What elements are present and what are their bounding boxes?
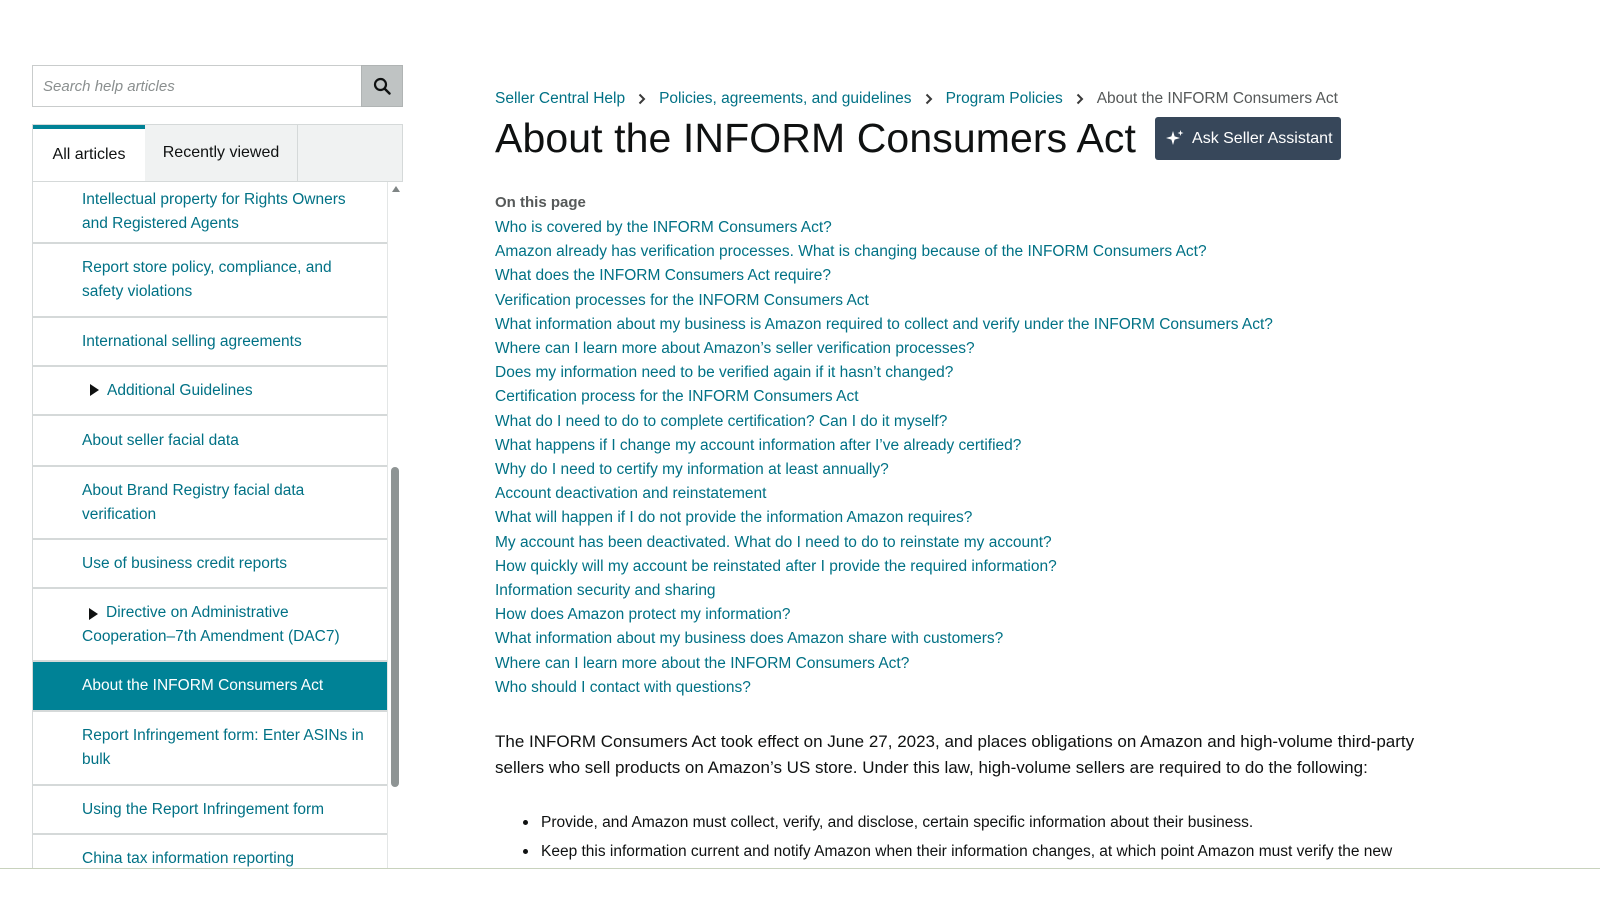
tab-all-articles[interactable]: All articles [33,125,145,181]
requirements-list: Provide, and Amazon must collect, verify… [495,808,1440,866]
search-button[interactable] [361,65,403,107]
chevron-right-icon [638,93,646,105]
breadcrumb: Seller Central Help Policies, agreements… [495,90,1338,108]
toc-link[interactable]: How quickly will my account be reinstate… [495,555,1273,579]
sidebar-item-intellectual-property[interactable]: Intellectual property for Rights Owners … [33,182,387,244]
sparkle-icon [1166,129,1184,145]
toc-link[interactable]: Who is covered by the INFORM Consumers A… [495,216,1273,240]
toc-link[interactable]: Where can I learn more about Amazon’s se… [495,337,1273,361]
sidebar-item-label: Directive on Administrative Cooperation–… [82,603,340,645]
triangle-right-icon [90,383,99,396]
sidebar-item-report-store-policy[interactable]: Report store policy, compliance, and saf… [33,244,387,318]
sidebar-item-seller-facial-data[interactable]: About seller facial data [33,416,387,467]
scrollbar-thumb[interactable] [391,467,399,787]
toc-link[interactable]: What does the INFORM Consumers Act requi… [495,264,1273,288]
sidebar-item-label: Report Infringement form: Enter ASINs in… [82,727,364,768]
sidebar-item-label: About the INFORM Consumers Act [82,677,324,694]
toc-link[interactable]: Account deactivation and reinstatement [495,482,1273,506]
sidebar-item-business-credit[interactable]: Use of business credit reports [33,540,387,589]
sidebar-item-additional-guidelines[interactable]: Additional Guidelines [33,367,387,416]
table-of-contents: Who is covered by the INFORM Consumers A… [495,216,1273,700]
sidebar-item-report-infringement-form[interactable]: Using the Report Infringement form [33,786,387,835]
toc-link[interactable]: Verification processes for the INFORM Co… [495,289,1273,313]
toc-link[interactable]: What information about my business does … [495,627,1273,651]
tab-recently-viewed[interactable]: Recently viewed [145,125,298,181]
toc-link[interactable]: Does my information need to be verified … [495,361,1273,385]
sidebar-item-label: Using the Report Infringement form [82,800,325,818]
scroll-up-icon[interactable] [392,186,400,192]
sidebar-item-international-selling[interactable]: International selling agreements [33,318,387,367]
sidebar-item-label: International selling agreements [82,332,302,350]
page-title: About the INFORM Consumers Act [495,115,1137,161]
sidebar-item-china-tax[interactable]: China tax information reporting [33,835,387,868]
sidebar-item-inform-consumers-act[interactable]: About the INFORM Consumers Act [33,662,387,712]
sidebar-item-label: Use of business credit reports [82,554,288,572]
sidebar-article-list: Intellectual property for Rights Owners … [32,182,387,868]
sidebar-item-dac7[interactable]: Directive on Administrative Cooperation–… [33,589,387,662]
search-bar [32,65,403,107]
breadcrumb-link-seller-central-help[interactable]: Seller Central Help [495,90,625,108]
list-item: Provide, and Amazon must collect, verify… [495,808,1440,837]
breadcrumb-link-policies[interactable]: Policies, agreements, and guidelines [659,90,911,108]
list-item: Keep this information current and notify… [495,837,1440,866]
sidebar-scrollbar[interactable] [387,182,403,868]
sidebar-item-label: Intellectual property for Rights Owners … [82,191,346,232]
chevron-right-icon [925,93,933,105]
search-input[interactable] [32,65,361,107]
intro-paragraph: The INFORM Consumers Act took effect on … [495,732,1415,777]
chevron-right-icon [1076,93,1084,105]
toc-link[interactable]: My account has been deactivated. What do… [495,531,1273,555]
toc-link[interactable]: How does Amazon protect my information? [495,603,1273,627]
toc-link[interactable]: What information about my business is Am… [495,313,1273,337]
toc-link[interactable]: What happens if I change my account info… [495,434,1273,458]
ask-seller-assistant-button[interactable]: Ask Seller Assistant [1155,117,1341,160]
sidebar-tabs: All articles Recently viewed [32,124,403,182]
sidebar-item-label: About seller facial data [82,431,239,449]
sidebar-item-label: About Brand Registry facial data verific… [82,481,305,523]
title-row: About the INFORM Consumers Act Ask Selle… [495,115,1341,162]
sidebar-item-label: China tax information reporting [82,849,294,867]
toc-link[interactable]: What will happen if I do not provide the… [495,506,1273,530]
sidebar-item-label: Report store policy, compliance, and saf… [82,259,332,300]
ask-seller-assistant-label: Ask Seller Assistant [1192,129,1333,147]
triangle-right-icon [89,608,98,620]
toc-link[interactable]: Certification process for the INFORM Con… [495,385,1273,409]
toc-link[interactable]: Where can I learn more about the INFORM … [495,652,1273,676]
toc-link[interactable]: What do I need to do to complete certifi… [495,410,1273,434]
sidebar-item-report-infringement-bulk[interactable]: Report Infringement form: Enter ASINs in… [33,712,387,786]
sidebar-item-brand-registry-facial[interactable]: About Brand Registry facial data verific… [33,467,387,540]
toc-link[interactable]: Amazon already has verification processe… [495,240,1273,264]
toc-link[interactable]: Why do I need to certify my information … [495,458,1273,482]
sidebar-item-label: Additional Guidelines [107,381,253,399]
breadcrumb-link-program-policies[interactable]: Program Policies [946,90,1063,108]
viewport-bottom-area [0,869,1600,900]
toc-link[interactable]: Who should I contact with questions? [495,676,1273,700]
search-icon [373,77,391,95]
breadcrumb-current: About the INFORM Consumers Act [1096,90,1338,107]
on-this-page-heading: On this page [495,194,586,211]
toc-link[interactable]: Information security and sharing [495,579,1273,603]
